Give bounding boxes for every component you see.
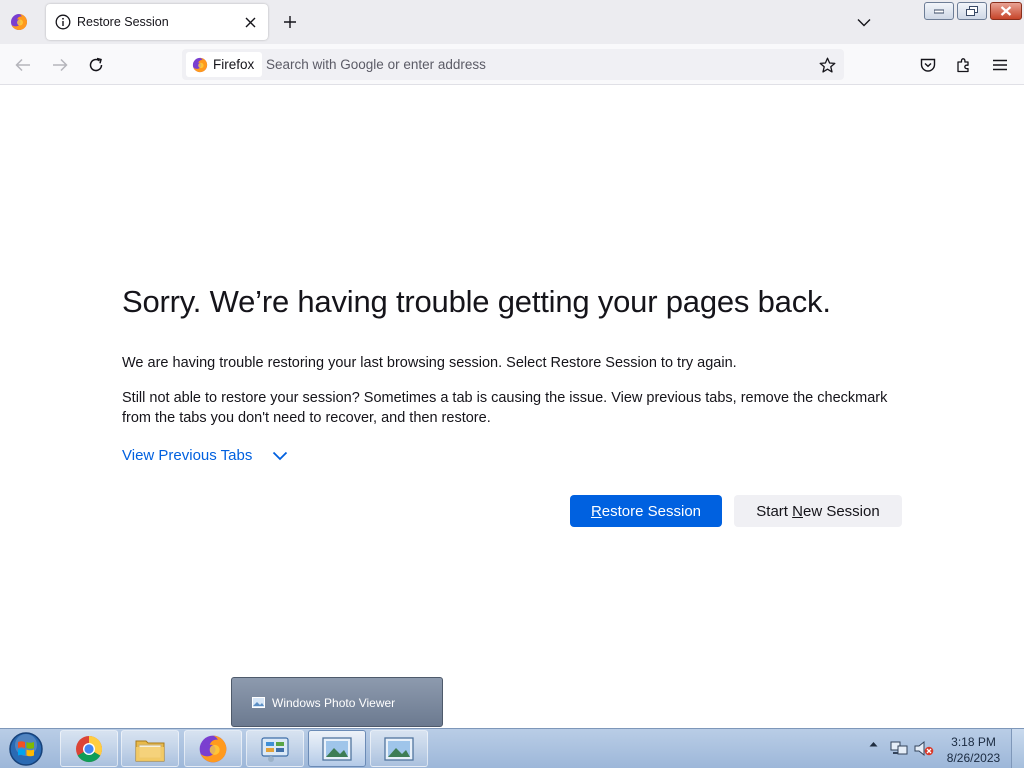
taskbar-photo-viewer-1[interactable]	[308, 730, 366, 767]
plus-icon	[284, 16, 296, 28]
chevron-down-icon	[857, 18, 871, 26]
clock-date: 8/26/2023	[946, 751, 1001, 765]
new-session-label-rest: ew Session	[802, 502, 880, 520]
view-previous-tabs-toggle[interactable]: View Previous Tabs	[122, 447, 288, 464]
minimize-icon	[934, 9, 944, 14]
network-icon	[890, 741, 908, 755]
identity-box[interactable]: Firefox	[186, 52, 263, 77]
hamburger-menu-icon	[993, 59, 1007, 71]
view-previous-tabs-label: View Previous Tabs	[122, 447, 253, 464]
windows-taskbar: 3:18 PM 8/26/2023	[0, 728, 1024, 768]
address-input[interactable]	[266, 49, 806, 80]
start-button[interactable]	[6, 730, 46, 768]
back-button[interactable]	[10, 52, 36, 78]
page-title: Sorry. We’re having trouble getting your…	[122, 284, 831, 319]
reload-icon	[89, 57, 103, 72]
taskbar-photo-viewer-2[interactable]	[370, 730, 428, 767]
info-icon	[55, 14, 71, 30]
restore-window-icon	[966, 6, 978, 16]
restore-window-button[interactable]	[957, 2, 987, 20]
arrow-left-icon	[15, 58, 30, 72]
photo-viewer-icon	[322, 736, 352, 761]
navigation-toolbar: Firefox	[0, 44, 1024, 85]
taskbar-window-preview[interactable]: Windows Photo Viewer	[231, 677, 443, 727]
window-controls	[924, 2, 1022, 21]
session-actions: Restore Session Start New Session	[570, 495, 902, 527]
minimize-button[interactable]	[924, 2, 954, 20]
start-new-session-button[interactable]: Start New Session	[734, 495, 902, 527]
tab-title: Restore Session	[77, 15, 169, 29]
new-tab-button[interactable]	[278, 10, 302, 34]
system-clock[interactable]: 3:18 PM 8/26/2023	[945, 734, 1002, 766]
chevron-down-icon	[273, 451, 288, 460]
restore-accesskey: R	[590, 502, 602, 520]
tab-bar: Restore Session	[0, 0, 1024, 44]
windows-logo-icon	[9, 732, 43, 766]
chevron-up-icon	[869, 742, 878, 747]
file-explorer-icon	[135, 740, 165, 761]
firefox-icon	[199, 735, 227, 762]
close-icon	[245, 17, 255, 27]
photo-viewer-icon	[384, 736, 414, 761]
identity-label: Firefox	[213, 57, 255, 72]
list-all-tabs-button[interactable]	[852, 10, 876, 34]
star-icon	[819, 57, 835, 73]
control-panel-icon	[261, 736, 289, 762]
extensions-button[interactable]	[951, 52, 977, 78]
pocket-button[interactable]	[915, 52, 941, 78]
pocket-icon	[920, 58, 936, 72]
new-session-accesskey: N	[792, 502, 803, 520]
preview-window-title: Windows Photo Viewer	[272, 696, 396, 710]
restore-label: estore Session	[601, 502, 702, 520]
close-icon	[1000, 6, 1012, 16]
firefox-icon	[192, 57, 208, 72]
network-tray-button[interactable]	[890, 740, 908, 757]
volume-muted-icon	[914, 740, 934, 757]
close-tab-button[interactable]	[240, 12, 260, 32]
new-session-label-start: Start	[756, 502, 793, 520]
session-restore-page: Sorry. We’re having trouble getting your…	[122, 284, 912, 464]
clock-time: 3:18 PM	[951, 735, 996, 749]
app-menu-button[interactable]	[987, 52, 1013, 78]
forward-button[interactable]	[47, 52, 73, 78]
tab-restore-session[interactable]: Restore Session	[46, 4, 268, 40]
taskbar-file-explorer[interactable]	[121, 730, 179, 767]
show-desktop-button[interactable]	[1011, 729, 1024, 768]
reload-button[interactable]	[83, 52, 109, 78]
puzzle-piece-icon	[957, 58, 969, 73]
show-hidden-icons-button[interactable]	[869, 741, 878, 747]
chrome-icon	[76, 735, 103, 762]
arrow-right-icon	[53, 58, 68, 72]
restore-session-button[interactable]: Restore Session	[570, 495, 722, 527]
taskbar-chrome[interactable]	[60, 730, 118, 767]
taskbar-control-panel[interactable]	[246, 730, 304, 767]
restore-message: We are having trouble restoring your las…	[122, 355, 737, 371]
bookmark-button[interactable]	[816, 54, 838, 76]
taskbar-firefox[interactable]	[184, 730, 242, 767]
firefox-icon[interactable]	[10, 13, 28, 31]
close-window-button[interactable]	[990, 2, 1022, 20]
volume-tray-button[interactable]	[914, 740, 934, 757]
url-bar[interactable]: Firefox	[182, 49, 844, 80]
photo-viewer-icon	[252, 697, 265, 708]
restore-help-message: Still not able to restore your session? …	[122, 390, 888, 426]
